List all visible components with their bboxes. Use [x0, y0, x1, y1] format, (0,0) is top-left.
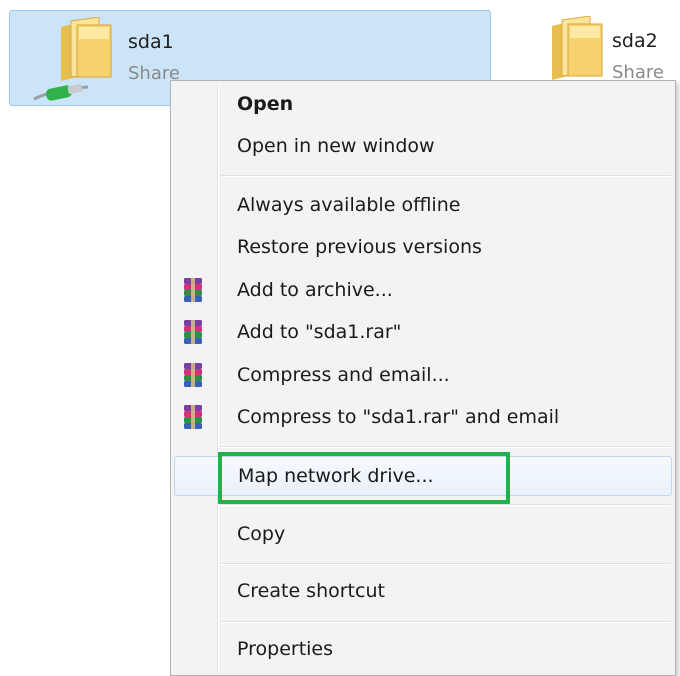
winrar-archive-icon	[182, 404, 204, 430]
menu-item-open-new-window[interactable]: Open in new window	[174, 127, 672, 165]
share-name: sda2	[612, 30, 658, 52]
menu-item-properties[interactable]: Properties	[174, 630, 672, 668]
menu-item-label: Compress to "sda1.rar" and email	[237, 406, 560, 428]
menu-item-label: Create shortcut	[237, 580, 385, 602]
menu-item-label: Add to archive...	[237, 279, 393, 301]
menu-item-label: Compress and email...	[237, 364, 450, 386]
menu-item-compress-and-email[interactable]: Compress and email...	[174, 356, 672, 394]
winrar-archive-icon	[182, 319, 204, 345]
menu-item-create-shortcut[interactable]: Create shortcut	[174, 572, 672, 610]
menu-item-label: Add to "sda1.rar"	[237, 321, 402, 343]
menu-item-label: Restore previous versions	[237, 236, 482, 258]
menu-separator	[221, 621, 671, 623]
menu-separator	[221, 504, 671, 506]
menu-separator	[221, 446, 671, 448]
menu-item-always-available-offline[interactable]: Always available offline	[174, 186, 672, 224]
menu-item-label: Open	[237, 93, 294, 115]
menu-item-restore-previous-versions[interactable]: Restore previous versions	[174, 228, 672, 266]
context-menu: Open Open in new window Always available…	[170, 80, 676, 676]
menu-item-add-to-archive[interactable]: Add to archive...	[174, 271, 672, 309]
menu-item-compress-to-rar-and-email[interactable]: Compress to "sda1.rar" and email	[174, 398, 672, 436]
folder-icon	[546, 16, 606, 82]
menu-item-label: Copy	[237, 523, 286, 545]
menu-item-label: Properties	[237, 638, 334, 660]
menu-separator	[221, 175, 671, 177]
share-name: sda1	[128, 31, 174, 53]
menu-separator	[221, 563, 671, 565]
menu-item-label: Always available offline	[237, 194, 461, 216]
explorer-view: sda1 Share sda2 Share Open Open in new w…	[0, 0, 680, 676]
menu-item-label: Open in new window	[237, 135, 435, 157]
menu-item-copy[interactable]: Copy	[174, 515, 672, 553]
network-cable-icon	[33, 84, 89, 101]
highlight-annotation-box	[218, 452, 510, 504]
menu-item-open[interactable]: Open	[174, 85, 672, 123]
winrar-archive-icon	[182, 277, 204, 303]
folder-icon	[55, 17, 115, 83]
menu-item-add-to-rar[interactable]: Add to "sda1.rar"	[174, 313, 672, 351]
winrar-archive-icon	[182, 362, 204, 388]
